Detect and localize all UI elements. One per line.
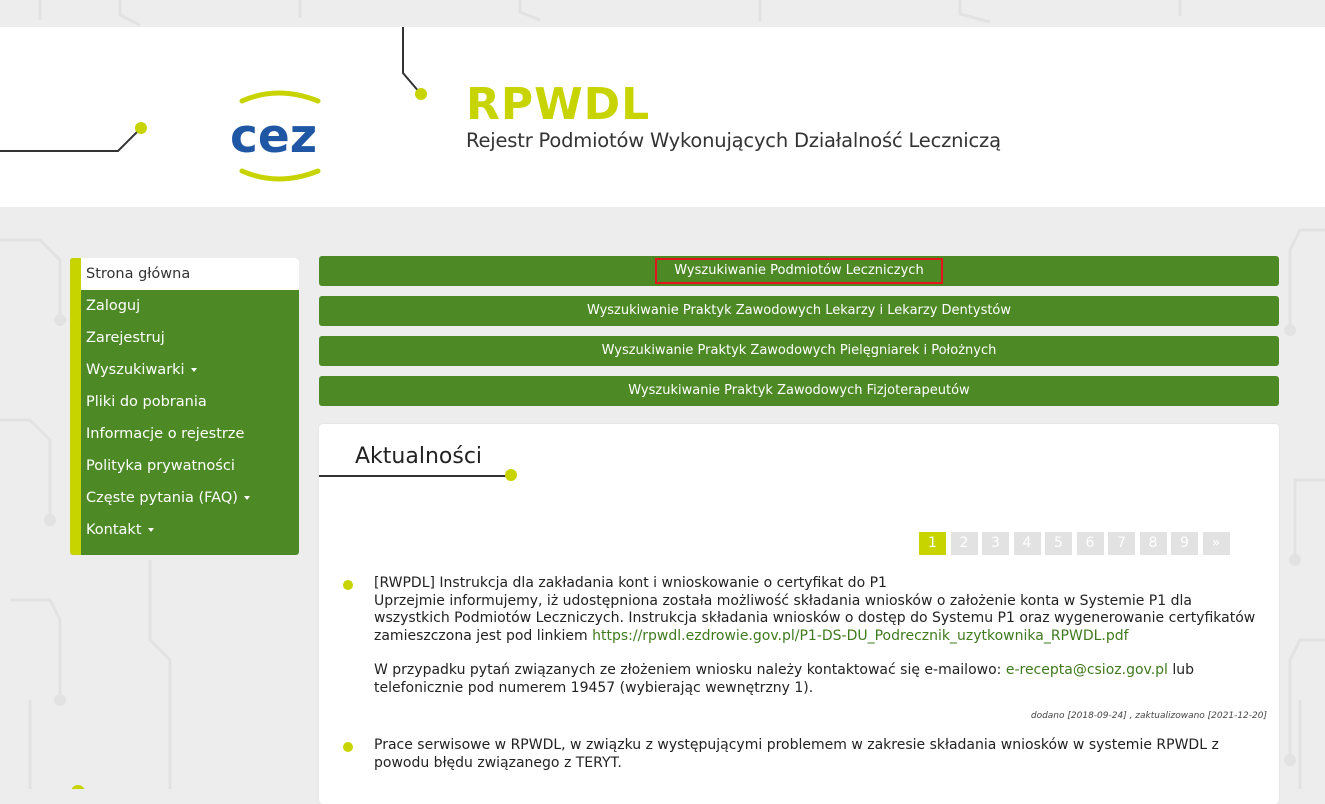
sidebar-item-faq[interactable]: Częste pytania (FAQ) xyxy=(70,482,299,514)
page-7-button[interactable]: 7 xyxy=(1108,532,1135,555)
sidebar-item-label: Kontakt xyxy=(86,522,142,538)
next-page-button[interactable]: » xyxy=(1202,532,1230,555)
news-item: [RWPDL] Instrukcja dla zakładania kont i… xyxy=(343,575,1267,726)
sidebar-item-label: Zarejestruj xyxy=(86,330,165,346)
sidebar-item-label: Wyszukiwarki xyxy=(86,362,185,378)
site-subtitle: Rejestr Podmiotów Wykonujących Działalno… xyxy=(466,129,1001,152)
sidebar-item-contact[interactable]: Kontakt xyxy=(70,514,299,546)
page-4-button[interactable]: 4 xyxy=(1013,532,1041,555)
bullet-icon xyxy=(343,580,353,590)
page-1-button[interactable]: 1 xyxy=(919,532,946,555)
sidebar-item-downloads[interactable]: Pliki do pobrania xyxy=(70,386,299,418)
caret-down-icon xyxy=(190,368,197,372)
sidebar-item-label: Częste pytania (FAQ) xyxy=(86,490,238,506)
news-item-meta: dodano [2018-09-24] , zaktualizowano [20… xyxy=(1030,711,1267,721)
page-5-button[interactable]: 5 xyxy=(1045,532,1072,555)
news-heading: Aktualności xyxy=(355,444,483,469)
sidebar-menu: Strona główna Zaloguj Zarejestruj Wyszuk… xyxy=(70,258,299,546)
sidebar-item-privacy-policy[interactable]: Polityka prywatności xyxy=(70,450,299,482)
sidebar-item-search-engines[interactable]: Wyszukiwarki xyxy=(70,354,299,386)
site-title: RPWDL xyxy=(466,79,651,130)
heading-underline xyxy=(319,469,517,481)
sidebar-item-login[interactable]: Zaloguj xyxy=(70,290,299,322)
logo-text: cez xyxy=(230,109,317,164)
contact-text: W przypadku pytań związanych ze złożenie… xyxy=(374,662,1002,678)
brand: RPWDL Rejestr Podmiotów Wykonujących Dzi… xyxy=(466,79,1001,152)
news-item-title: [RWPDL] Instrukcja dla zakładania kont i… xyxy=(374,575,887,591)
sidebar-item-label: Polityka prywatności xyxy=(86,458,235,474)
button-label: Wyszukiwanie Praktyk Zawodowych Pielęgni… xyxy=(601,343,997,358)
sidebar-item-register[interactable]: Zarejestruj xyxy=(70,322,299,354)
sidebar-item-label: Strona główna xyxy=(86,266,191,282)
sidebar-item-home[interactable]: Strona główna xyxy=(81,258,299,290)
search-doctor-practices-button[interactable]: Wyszukiwanie Praktyk Zawodowych Lekarzy … xyxy=(319,296,1279,326)
manual-pdf-link[interactable]: https://rpwdl.ezdrowie.gov.pl/P1-DS-DU_P… xyxy=(592,628,1128,644)
cez-logo[interactable]: cez xyxy=(228,89,336,183)
sidebar-item-label: Informacje o rejestrze xyxy=(86,426,245,442)
pagination: 1 2 3 4 5 6 7 8 9 » xyxy=(919,532,1234,555)
news-item-title: Prace serwisowe w RPWDL, w związku z wys… xyxy=(374,737,1219,771)
email-link[interactable]: e-recepta@csioz.gov.pl xyxy=(1006,662,1168,678)
page-9-button[interactable]: 9 xyxy=(1171,532,1198,555)
button-label: Wyszukiwanie Podmiotów Leczniczych xyxy=(655,258,943,284)
search-physiotherapist-practices-button[interactable]: Wyszukiwanie Praktyk Zawodowych Fizjoter… xyxy=(319,376,1279,406)
sidebar-nav: Strona główna Zaloguj Zarejestruj Wyszuk… xyxy=(70,258,299,555)
news-item-contact: W przypadku pytań związanych ze złożenie… xyxy=(374,662,1263,697)
news-item-text: Uprzejmie informujemy, iż udostępniona z… xyxy=(374,593,1263,646)
page-3-button[interactable]: 3 xyxy=(982,532,1009,555)
news-panel: Aktualności 1 2 3 4 5 6 7 8 9 » [RWPDL] … xyxy=(319,424,1279,804)
site-header: cez RPWDL Rejestr Podmiotów Wykonujących… xyxy=(0,27,1325,207)
button-label: Wyszukiwanie Praktyk Zawodowych Fizjoter… xyxy=(628,383,970,398)
sidebar-item-label: Pliki do pobrania xyxy=(86,394,207,410)
page-2-button[interactable]: 2 xyxy=(950,532,978,555)
caret-down-icon xyxy=(147,528,154,532)
caret-down-icon xyxy=(243,496,250,500)
sidebar-item-registry-info[interactable]: Informacje o rejestrze xyxy=(70,418,299,450)
search-nurse-practices-button[interactable]: Wyszukiwanie Praktyk Zawodowych Pielęgni… xyxy=(319,336,1279,366)
news-item: Prace serwisowe w RPWDL, w związku z wys… xyxy=(343,737,1263,772)
bullet-icon xyxy=(343,742,353,752)
page-8-button[interactable]: 8 xyxy=(1139,532,1167,555)
search-healthcare-entities-button[interactable]: Wyszukiwanie Podmiotów Leczniczych xyxy=(319,256,1279,286)
button-label: Wyszukiwanie Praktyk Zawodowych Lekarzy … xyxy=(586,303,1012,318)
page-6-button[interactable]: 6 xyxy=(1076,532,1104,555)
sidebar-item-label: Zaloguj xyxy=(86,298,141,314)
